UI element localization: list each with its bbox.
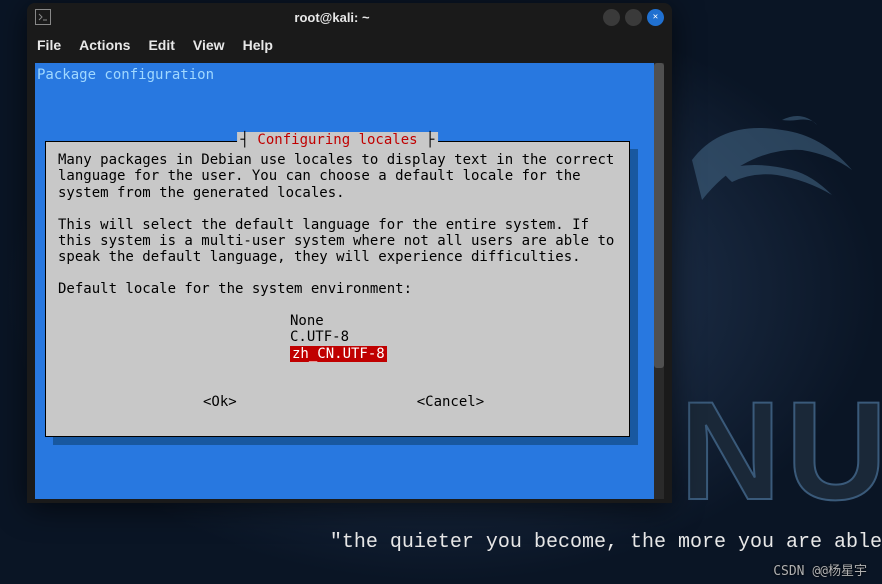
- menu-edit[interactable]: Edit: [148, 37, 174, 53]
- ok-button[interactable]: <Ok>: [203, 394, 237, 410]
- close-button[interactable]: [647, 9, 664, 26]
- menu-file[interactable]: File: [37, 37, 61, 53]
- terminal-window: root@kali: ~ File Actions Edit View Help…: [27, 3, 672, 503]
- maximize-button[interactable]: [625, 9, 642, 26]
- locale-option-none[interactable]: None: [290, 313, 617, 329]
- menu-actions[interactable]: Actions: [79, 37, 130, 53]
- terminal-scrollbar[interactable]: [654, 63, 664, 499]
- watermark-text: CSDN @@杨星宇: [773, 560, 867, 579]
- wallpaper-quote: "the quieter you become, the more you ar…: [330, 531, 882, 554]
- locale-options-list: None C.UTF-8 zh_CN.UTF-8: [290, 313, 617, 361]
- dialog-paragraph-1: Many packages in Debian use locales to d…: [58, 152, 617, 200]
- minimize-button[interactable]: [603, 9, 620, 26]
- dialog-title: Configuring locales: [257, 132, 417, 148]
- locale-option-zhcn-selected[interactable]: zh_CN.UTF-8: [290, 346, 387, 362]
- menu-help[interactable]: Help: [243, 37, 273, 53]
- cancel-button[interactable]: <Cancel>: [417, 394, 484, 410]
- dialog-paragraph-2: This will select the default language fo…: [58, 217, 617, 265]
- scrollbar-thumb[interactable]: [654, 63, 664, 368]
- package-config-header: Package configuration: [35, 67, 654, 83]
- terminal-area[interactable]: Package configuration ┤ Configuring loca…: [27, 59, 672, 503]
- menu-bar: File Actions Edit View Help: [27, 31, 672, 59]
- kali-dragon-logo: [662, 80, 862, 280]
- terminal-icon: [35, 9, 51, 25]
- configuring-locales-dialog: ┤ Configuring locales ├ Many packages in…: [45, 141, 630, 436]
- dialog-title-container: ┤ Configuring locales ├: [237, 132, 439, 148]
- dialog-prompt: Default locale for the system environmen…: [58, 281, 617, 297]
- window-title: root@kali: ~: [61, 10, 603, 25]
- menu-view[interactable]: View: [193, 37, 225, 53]
- locale-option-cutf8[interactable]: C.UTF-8: [290, 329, 617, 345]
- terminal-content: Package configuration ┤ Configuring loca…: [35, 63, 654, 499]
- window-titlebar[interactable]: root@kali: ~: [27, 3, 672, 31]
